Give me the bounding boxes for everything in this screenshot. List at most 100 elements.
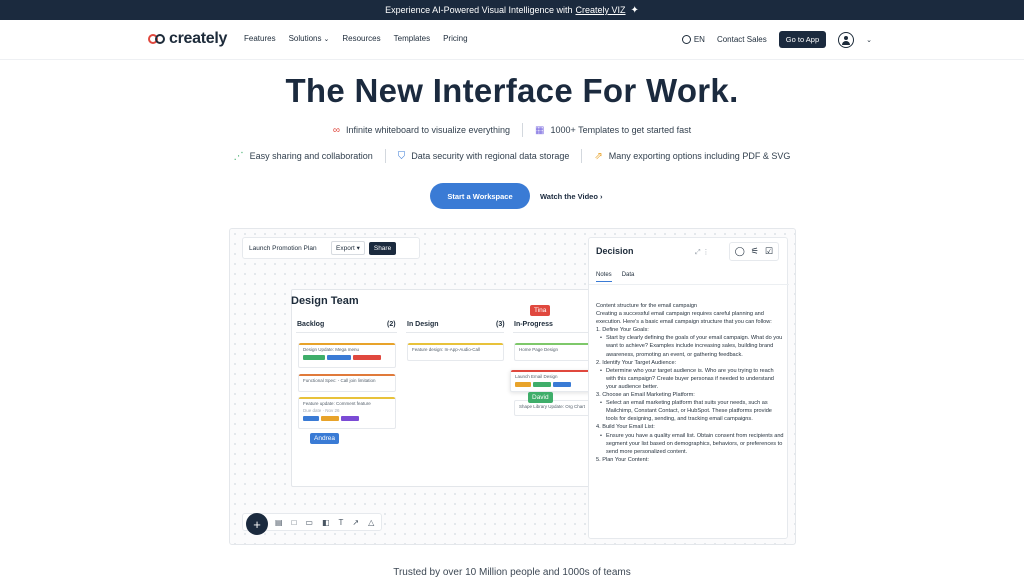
divider xyxy=(384,149,386,163)
task-card[interactable]: Feature update: Comment feature Due date… xyxy=(298,397,396,429)
tab-data[interactable]: Data xyxy=(622,272,635,282)
card-color-bar xyxy=(408,343,503,345)
column-count: (3) xyxy=(496,321,505,328)
card-title: Functional Spec: - Call join limitation xyxy=(303,378,376,383)
card-title: Launch Email Design xyxy=(515,374,558,379)
tag xyxy=(303,355,325,360)
feature-text: Data security with regional data storage xyxy=(411,151,570,161)
column-in-design: In Design xyxy=(407,321,439,328)
card-title: Feature update: Comment feature xyxy=(303,401,371,406)
card-color-bar xyxy=(515,343,590,345)
rectangle-icon[interactable]: □ xyxy=(292,518,297,527)
task-card[interactable]: Functional Spec: - Call join limitation xyxy=(298,374,396,392)
chevron-down-icon[interactable]: ⌄ xyxy=(866,36,872,44)
export-button[interactable]: Export ▾ xyxy=(331,241,365,255)
feature-whiteboard: ∞ Infinite whiteboard to visualize every… xyxy=(333,123,510,137)
feature-row-2: ⋰ Easy sharing and collaboration ⛉ Data … xyxy=(0,149,1024,163)
tag xyxy=(321,416,339,421)
feature-sharing: ⋰ Easy sharing and collaboration xyxy=(234,149,373,163)
tag xyxy=(533,382,551,387)
tag xyxy=(515,382,531,387)
menu-features[interactable]: Features xyxy=(244,34,276,43)
tag xyxy=(553,382,571,387)
user-icon[interactable] xyxy=(838,31,855,48)
creately-logo[interactable]: creately xyxy=(148,30,227,48)
frame-icon[interactable]: ▤ xyxy=(275,518,283,527)
connector-icon[interactable]: ↗ xyxy=(352,518,359,527)
menu-solutions-label: Solutions xyxy=(288,34,322,43)
column-divider xyxy=(513,332,591,333)
card-color-bar xyxy=(299,397,395,399)
comment-icon[interactable]: ◯ xyxy=(735,246,745,257)
column-count: (2) xyxy=(387,321,396,328)
card-icon[interactable]: ▭ xyxy=(305,518,313,527)
card-title: Shape Library Update: Org Chart xyxy=(519,404,586,409)
start-workspace-button[interactable]: Start a Workspace xyxy=(430,183,530,209)
panel-title: Decision xyxy=(596,246,634,256)
contact-sales-link[interactable]: Contact Sales xyxy=(717,35,767,44)
sticky-note-icon[interactable]: ◧ xyxy=(322,518,330,527)
task-card[interactable]: Design Update: Mega menu xyxy=(298,343,396,368)
product-demo: Launch Promotion Plan Export ▾ Share Des… xyxy=(229,228,796,545)
divider xyxy=(522,123,524,137)
card-color-bar xyxy=(299,374,395,376)
watch-video-link[interactable]: Watch the Video › xyxy=(540,192,603,201)
notes-line: Creating a successful email campaign req… xyxy=(596,311,772,326)
settings-sliders-icon[interactable]: ⚟ xyxy=(751,246,759,257)
main-menu: Features Solutions ⌄ Resources Templates … xyxy=(244,34,468,43)
notes-bullet: Ensure you have a quality email list. Ob… xyxy=(600,432,784,456)
notes-content: Content structure for the email campaign… xyxy=(596,302,784,464)
task-card[interactable]: Shape Library Update: Org Chart xyxy=(514,400,591,416)
notes-bullet: Determine who your target audience is. W… xyxy=(600,367,784,391)
card-color-bar xyxy=(299,343,395,345)
notes-line: Content structure for the email campaign xyxy=(596,303,698,309)
collaborator-cursor-tina: Tina xyxy=(530,305,551,316)
document-topbar: Launch Promotion Plan Export ▾ Share xyxy=(242,237,420,259)
banner-link[interactable]: Creately VIZ xyxy=(576,5,626,15)
menu-pricing[interactable]: Pricing xyxy=(443,34,467,43)
tag xyxy=(353,355,381,360)
language-selector[interactable]: EN xyxy=(681,35,705,44)
expand-icon[interactable]: ⤢ ⋮ xyxy=(695,248,710,257)
logo-icon xyxy=(148,33,166,45)
promo-banner: Experience AI-Powered Visual Intelligenc… xyxy=(0,0,1024,20)
column-divider xyxy=(296,332,397,333)
notes-heading: 3. Choose an Email Marketing Platform: xyxy=(596,392,695,399)
document-title[interactable]: Launch Promotion Plan xyxy=(249,245,331,252)
feature-templates: ▦ 1000+ Templates to get started fast xyxy=(535,123,691,137)
card-title: Home Page Design xyxy=(519,347,559,352)
task-card[interactable]: Launch Email Design xyxy=(510,370,591,392)
menu-solutions[interactable]: Solutions ⌄ xyxy=(289,34,330,43)
tag xyxy=(341,416,359,421)
task-card[interactable]: Home Page Design xyxy=(514,343,591,361)
notes-icon[interactable]: ☑ xyxy=(765,246,773,257)
infinity-icon: ∞ xyxy=(332,124,340,136)
feature-security: ⛉ Data security with regional data stora… xyxy=(398,149,570,163)
column-backlog: Backlog xyxy=(297,321,325,328)
watch-video-label: Watch the Video xyxy=(540,192,598,201)
shape-icon[interactable]: △ xyxy=(368,518,374,527)
divider xyxy=(581,149,583,163)
add-icon[interactable]: + xyxy=(246,513,268,535)
notes-heading: 5. Plan Your Content: xyxy=(596,456,649,463)
card-color-bar xyxy=(511,370,590,372)
go-to-app-button[interactable]: Go to App xyxy=(778,31,827,48)
notes-heading: 4. Build Your Email List: xyxy=(596,424,655,431)
feature-text: Easy sharing and collaboration xyxy=(249,151,373,161)
feature-export: ⇗ Many exporting options including PDF &… xyxy=(594,149,790,163)
feature-text: 1000+ Templates to get started fast xyxy=(550,125,692,135)
task-card[interactable]: Feature design: In-App-Audio-Call xyxy=(407,343,504,361)
share-button[interactable]: Share xyxy=(368,241,397,255)
collaborator-cursor-david: David xyxy=(528,392,553,403)
menu-templates[interactable]: Templates xyxy=(394,34,430,43)
card-due-date: Due date · Nov 26 xyxy=(303,408,340,413)
template-icon: ▦ xyxy=(535,124,545,136)
tab-notes[interactable]: Notes xyxy=(596,272,612,282)
text-icon[interactable]: T xyxy=(339,518,344,527)
menu-resources[interactable]: Resources xyxy=(342,34,380,43)
top-navigation: creately Features Solutions ⌄ Resources T… xyxy=(0,20,1024,60)
board-title: Design Team xyxy=(291,295,359,307)
logo-wordmark: creately xyxy=(169,30,228,47)
card-tags xyxy=(303,355,391,360)
notes-bullet: Start by clearly defining the goals of y… xyxy=(600,334,784,358)
